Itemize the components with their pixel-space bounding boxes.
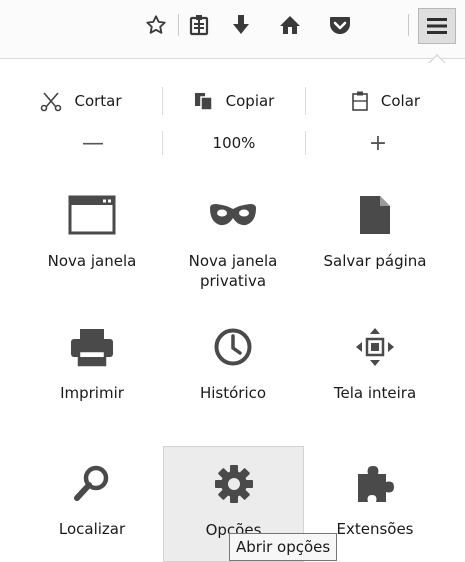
- menu-panel: Cortar Copiar Colar — 100% + Nova janela…: [0, 63, 465, 562]
- private-window-button[interactable]: Nova janela privativa: [163, 181, 303, 291]
- home-button[interactable]: [275, 10, 305, 40]
- private-mask-icon: [210, 204, 256, 226]
- print-label: Imprimir: [60, 384, 124, 402]
- fullscreen-button[interactable]: Tela inteira: [305, 313, 445, 423]
- gear-icon: [214, 465, 253, 503]
- search-magnifier-icon: [74, 465, 109, 501]
- cut-label: Cortar: [74, 92, 122, 110]
- printer-icon: [71, 329, 113, 367]
- fullscreen-label: Tela inteira: [333, 384, 417, 402]
- open-menu-button[interactable]: [418, 8, 456, 44]
- new-window-button[interactable]: Nova janela: [22, 181, 162, 291]
- navigation-toolbar: [0, 0, 465, 58]
- find-label: Localizar: [58, 520, 126, 538]
- copy-label: Copiar: [225, 92, 275, 110]
- puzzle-piece-icon: [358, 466, 394, 502]
- copy-icon: [194, 93, 213, 111]
- zoom-out-button[interactable]: —: [0, 125, 186, 161]
- paste-label: Colar: [380, 92, 421, 110]
- print-button[interactable]: Imprimir: [22, 313, 162, 423]
- find-button[interactable]: Localizar: [22, 449, 162, 559]
- zoom-reset-button[interactable]: 100%: [163, 125, 305, 161]
- paste-clipboard-icon: [352, 91, 368, 111]
- pocket-button[interactable]: [325, 10, 355, 40]
- home-icon: [280, 16, 300, 34]
- new-window-icon: [68, 195, 116, 235]
- options-tooltip: Abrir opções: [229, 533, 338, 561]
- copy-button[interactable]: Copiar: [163, 83, 305, 119]
- history-button[interactable]: Histórico: [163, 313, 303, 423]
- new-window-label: Nova janela: [47, 252, 137, 270]
- bookmark-star-button[interactable]: [141, 10, 171, 40]
- history-label: Histórico: [199, 384, 267, 402]
- zoom-in-button[interactable]: +: [306, 125, 450, 161]
- menu-hamburger-icon: [427, 18, 447, 34]
- scissors-icon: [41, 92, 62, 112]
- downloads-button[interactable]: [226, 10, 256, 40]
- cut-button[interactable]: Cortar: [0, 83, 162, 119]
- pocket-icon: [330, 17, 350, 34]
- history-clock-icon: [214, 328, 252, 366]
- edit-controls: Cortar Copiar Colar: [0, 83, 465, 119]
- reader-list-icon: [189, 15, 209, 36]
- toolbar-border: [0, 58, 465, 59]
- save-page-button[interactable]: Salvar página: [305, 181, 445, 291]
- document-save-icon: [360, 196, 390, 234]
- private-window-label: Nova janela privativa: [188, 252, 278, 290]
- save-page-label: Salvar página: [323, 252, 427, 270]
- fullscreen-icon: [356, 328, 394, 366]
- toolbar-separator: [408, 14, 409, 36]
- reading-list-button[interactable]: [184, 10, 214, 40]
- bookmark-star-icon: [146, 15, 166, 34]
- zoom-controls: — 100% +: [0, 125, 465, 161]
- downloads-icon: [233, 15, 249, 34]
- paste-button[interactable]: Colar: [306, 83, 465, 119]
- toolbar-separator: [178, 14, 179, 36]
